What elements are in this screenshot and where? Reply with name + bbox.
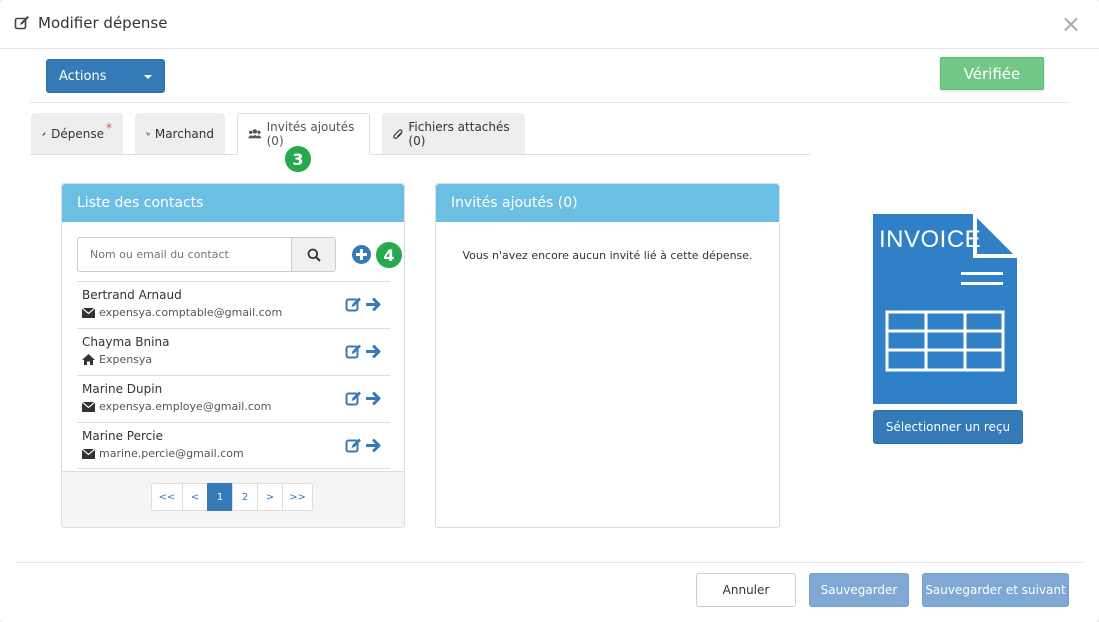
tab-guests-label: Invités ajoutés (0) — [266, 120, 355, 148]
contact-row[interactable]: Marine Percie marine.percie@gmail.com — [77, 422, 390, 469]
contact-name: Bertrand Arnaud — [82, 288, 182, 302]
save-button[interactable]: Sauvegarder — [809, 573, 909, 607]
row-actions — [345, 390, 382, 407]
actions-dropdown-button[interactable]: Actions — [46, 59, 165, 93]
required-mark: * — [106, 120, 112, 135]
contact-detail: expensya.employe@gmail.com — [82, 400, 271, 413]
contact-search-input[interactable] — [78, 238, 291, 271]
contacts-panel: Liste des contacts Bertrand Arnaud expen… — [61, 183, 405, 528]
page-1-button[interactable]: 1 — [207, 483, 233, 511]
modal-title: Modifier dépense — [38, 14, 168, 32]
contact-detail: expensya.comptable@gmail.com — [82, 306, 282, 319]
contact-row[interactable]: Bertrand Arnaud expensya.comptable@gmail… — [77, 281, 390, 328]
tab-attachments-label: Fichiers attachés (0) — [408, 119, 510, 148]
step-badge-3: 3 — [283, 144, 313, 174]
contact-detail-text: expensya.comptable@gmail.com — [99, 306, 283, 319]
edit-expense-modal: Modifier dépense × Actions Vérifiée Dépe… — [0, 0, 1099, 622]
step-badge-4: 4 — [374, 240, 404, 270]
arrow-right-icon[interactable] — [366, 391, 382, 406]
footer-divider — [16, 562, 1083, 563]
add-contact-button[interactable] — [352, 245, 371, 264]
envelope-icon — [82, 307, 95, 318]
cancel-button[interactable]: Annuler — [696, 573, 796, 607]
contact-detail: marine.percie@gmail.com — [82, 447, 244, 460]
contacts-panel-footer: << < 1 2 > >> — [62, 471, 404, 527]
page-prev-button[interactable]: < — [182, 483, 208, 511]
contact-name: Marine Dupin — [82, 382, 163, 396]
actions-label: Actions — [59, 68, 107, 84]
contact-row[interactable]: Chayma Bnina Expensya — [77, 328, 390, 375]
row-actions — [345, 296, 382, 313]
search-icon — [307, 248, 321, 262]
modal-header: Modifier dépense × — [0, 0, 1099, 49]
contact-search-group — [77, 237, 336, 272]
guests-empty-message: Vous n'avez encore aucun invité lié à ce… — [462, 249, 753, 262]
envelope-icon — [82, 448, 95, 459]
envelope-icon — [82, 401, 95, 412]
edit-contact-icon[interactable] — [345, 437, 362, 454]
guests-panel: Invités ajoutés (0) Vous n'avez encore a… — [435, 183, 780, 528]
edit-icon — [14, 16, 29, 30]
page-first-button[interactable]: << — [151, 483, 183, 511]
contact-row[interactable]: Marine Dupin expensya.employe@gmail.com — [77, 375, 390, 422]
contact-name: Chayma Bnina — [82, 335, 170, 349]
contact-name: Marine Percie — [82, 429, 163, 443]
contact-detail-text: Expensya — [99, 353, 153, 366]
tab-merchant[interactable]: Marchand — [135, 113, 225, 154]
search-button[interactable] — [291, 238, 335, 271]
home-icon — [82, 354, 95, 365]
contacts-panel-title: Liste des contacts — [62, 184, 404, 222]
contact-detail: Expensya — [82, 353, 152, 366]
save-and-next-button[interactable]: Sauvegarder et suivant — [922, 573, 1069, 607]
paperclip-icon — [393, 128, 403, 139]
modal-title-wrap: Modifier dépense — [14, 14, 167, 32]
page-2-button[interactable]: 2 — [232, 483, 258, 511]
tab-merchant-label: Marchand — [154, 126, 214, 141]
tab-expense-label: Dépense — [51, 126, 104, 141]
verified-button[interactable]: Vérifiée — [940, 57, 1044, 90]
guests-panel-title: Invités ajoutés (0) — [436, 184, 779, 222]
arrow-right-icon[interactable] — [366, 438, 382, 453]
page-next-button[interactable]: > — [257, 483, 283, 511]
edit-contact-icon[interactable] — [345, 390, 362, 407]
contact-detail-text: marine.percie@gmail.com — [99, 447, 244, 460]
toolbar-divider — [30, 102, 1069, 103]
edit-contact-icon[interactable] — [345, 296, 362, 313]
tabs-baseline — [30, 154, 810, 155]
select-receipt-button[interactable]: Sélectionner un reçu — [873, 410, 1023, 444]
users-icon — [248, 129, 262, 139]
pagination: << < 1 2 > >> — [151, 483, 313, 511]
arrow-right-icon[interactable] — [366, 344, 382, 359]
tab-expense[interactable]: Dépense * — [31, 113, 123, 154]
invoice-label: INVOICE — [879, 226, 982, 253]
page-last-button[interactable]: >> — [282, 483, 313, 511]
row-actions — [345, 343, 382, 360]
close-button[interactable]: × — [1061, 12, 1081, 36]
row-actions — [345, 437, 382, 454]
pencil-icon — [42, 131, 46, 136]
cart-icon — [146, 131, 150, 136]
caret-down-icon — [144, 75, 152, 79]
arrow-right-icon[interactable] — [366, 297, 382, 312]
contact-detail-text: expensya.employe@gmail.com — [99, 400, 272, 413]
contact-list: Bertrand Arnaud expensya.comptable@gmail… — [77, 281, 390, 469]
tab-attachments[interactable]: Fichiers attachés (0) — [382, 113, 525, 154]
edit-contact-icon[interactable] — [345, 343, 362, 360]
